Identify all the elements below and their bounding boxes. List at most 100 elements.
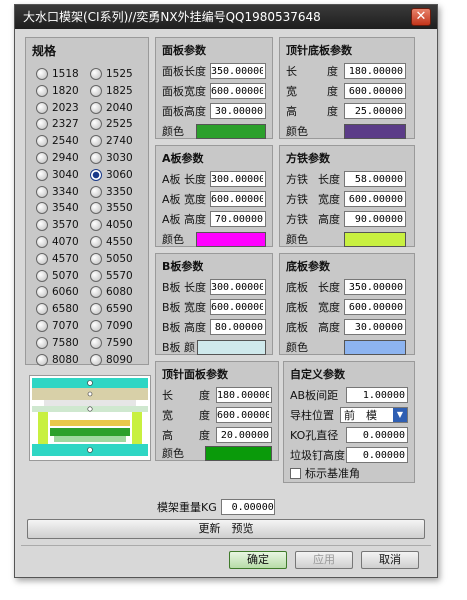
radio-dot-icon[interactable]: [36, 202, 48, 215]
radio-dot-icon[interactable]: [90, 353, 102, 366]
spec-radio-4050[interactable]: 4050: [90, 219, 133, 232]
ejector-face-height-input[interactable]: [216, 427, 272, 443]
radio-dot-icon[interactable]: [36, 219, 48, 232]
spec-radio-7580[interactable]: 7580: [36, 336, 79, 349]
ab-gap-input[interactable]: [346, 387, 408, 403]
radio-dot-icon[interactable]: [90, 185, 102, 198]
square-length-input[interactable]: [344, 171, 406, 187]
spec-radio-6590[interactable]: 6590: [90, 303, 133, 316]
radio-dot-icon[interactable]: [90, 118, 102, 131]
spec-radio-3550[interactable]: 3550: [90, 202, 133, 215]
radio-dot-icon[interactable]: [36, 84, 48, 97]
bottom-height-input[interactable]: [344, 319, 406, 335]
radio-dot-icon[interactable]: [36, 68, 48, 80]
spec-radio-2540[interactable]: 2540: [36, 135, 79, 148]
spec-radio-2525[interactable]: 2525: [90, 118, 133, 131]
face-width-input[interactable]: [210, 83, 266, 99]
spec-radio-1825[interactable]: 1825: [90, 84, 133, 97]
radio-dot-icon[interactable]: [36, 168, 48, 181]
b-height-input[interactable]: [210, 319, 266, 335]
radio-dot-icon[interactable]: [90, 202, 102, 215]
b-length-input[interactable]: [210, 279, 266, 295]
spec-radio-2040[interactable]: 2040: [90, 101, 133, 114]
ejector-bottom-width-input[interactable]: [344, 83, 406, 99]
spec-radio-6580[interactable]: 6580: [36, 303, 79, 316]
square-width-input[interactable]: [344, 191, 406, 207]
spec-radio-6060[interactable]: 6060: [36, 286, 79, 299]
spec-radio-7090[interactable]: 7090: [90, 320, 133, 332]
spec-radio-4550[interactable]: 4550: [90, 236, 133, 248]
a-width-input[interactable]: [210, 191, 266, 207]
spec-radio-1525[interactable]: 1525: [90, 68, 133, 80]
spec-radio-3570[interactable]: 3570: [36, 219, 79, 232]
radio-dot-icon[interactable]: [36, 252, 48, 265]
radio-dot-icon[interactable]: [36, 286, 48, 299]
spec-radio-2023[interactable]: 2023: [36, 101, 79, 114]
radio-dot-icon[interactable]: [90, 336, 102, 349]
radio-dot-icon[interactable]: [90, 168, 102, 181]
spec-radio-5050[interactable]: 5050: [90, 252, 133, 265]
radio-dot-icon[interactable]: [90, 236, 102, 248]
a-length-input[interactable]: [210, 171, 266, 187]
spec-radio-5570[interactable]: 5570: [90, 269, 133, 282]
cancel-button[interactable]: 取消: [361, 551, 419, 569]
radio-dot-icon[interactable]: [36, 303, 48, 316]
spec-radio-3340[interactable]: 3340: [36, 185, 79, 198]
spec-radio-7070[interactable]: 7070: [36, 320, 79, 332]
stop-pin-input[interactable]: [346, 447, 408, 463]
spec-radio-3040[interactable]: 3040: [36, 168, 79, 181]
radio-dot-icon[interactable]: [90, 252, 102, 265]
spec-radio-4070[interactable]: 4070: [36, 236, 79, 248]
radio-dot-icon[interactable]: [90, 84, 102, 97]
face-color-swatch[interactable]: [196, 123, 266, 139]
chevron-down-icon[interactable]: ▼: [393, 408, 407, 422]
ko-hole-input[interactable]: [346, 427, 408, 443]
spec-radio-3060[interactable]: 3060: [90, 168, 133, 181]
bottom-length-input[interactable]: [344, 279, 406, 295]
radio-dot-icon[interactable]: [36, 118, 48, 131]
face-height-input[interactable]: [210, 103, 266, 119]
spec-radio-5070[interactable]: 5070: [36, 269, 79, 282]
radio-dot-icon[interactable]: [90, 303, 102, 316]
ejector-bottom-height-input[interactable]: [344, 103, 406, 119]
spec-radio-2740[interactable]: 2740: [90, 135, 133, 148]
spec-radio-1820[interactable]: 1820: [36, 84, 79, 97]
a-height-input[interactable]: [210, 211, 266, 227]
radio-dot-icon[interactable]: [90, 286, 102, 299]
square-color-swatch[interactable]: [344, 231, 406, 247]
spec-radio-7590[interactable]: 7590: [90, 336, 133, 349]
ejector-bottom-length-input[interactable]: [344, 63, 406, 79]
radio-dot-icon[interactable]: [90, 320, 102, 332]
radio-dot-icon[interactable]: [36, 336, 48, 349]
radio-dot-icon[interactable]: [36, 353, 48, 366]
spec-radio-2940[interactable]: 2940: [36, 152, 79, 164]
ejector-face-width-input[interactable]: [216, 407, 272, 423]
face-length-input[interactable]: [210, 63, 266, 79]
update-preview-button[interactable]: 更新 预览: [27, 519, 425, 539]
spec-radio-4570[interactable]: 4570: [36, 252, 79, 265]
guide-position-select[interactable]: 前 模 ▼: [340, 407, 408, 423]
radio-dot-icon[interactable]: [36, 269, 48, 282]
spec-radio-8080[interactable]: 8080: [36, 353, 79, 366]
radio-dot-icon[interactable]: [90, 219, 102, 232]
spec-radio-1518[interactable]: 1518: [36, 68, 79, 80]
radio-dot-icon[interactable]: [36, 152, 48, 164]
spec-radio-3540[interactable]: 3540: [36, 202, 79, 215]
b-color-swatch[interactable]: [197, 339, 266, 355]
ejector-bottom-color-swatch[interactable]: [344, 123, 406, 139]
radio-dot-icon[interactable]: [90, 152, 102, 164]
radio-dot-icon[interactable]: [90, 68, 102, 80]
datum-corner-checkbox[interactable]: [290, 467, 301, 479]
bottom-width-input[interactable]: [344, 299, 406, 315]
radio-dot-icon[interactable]: [90, 269, 102, 282]
weight-input[interactable]: [220, 499, 275, 515]
radio-dot-icon[interactable]: [36, 236, 48, 248]
radio-dot-icon[interactable]: [36, 135, 48, 148]
radio-dot-icon[interactable]: [36, 101, 48, 114]
apply-button[interactable]: 应用: [295, 551, 353, 569]
b-width-input[interactable]: [210, 299, 266, 315]
spec-radio-2327[interactable]: 2327: [36, 118, 79, 131]
radio-dot-icon[interactable]: [36, 185, 48, 198]
ok-button[interactable]: 确定: [229, 551, 287, 569]
spec-radio-3030[interactable]: 3030: [90, 152, 133, 164]
